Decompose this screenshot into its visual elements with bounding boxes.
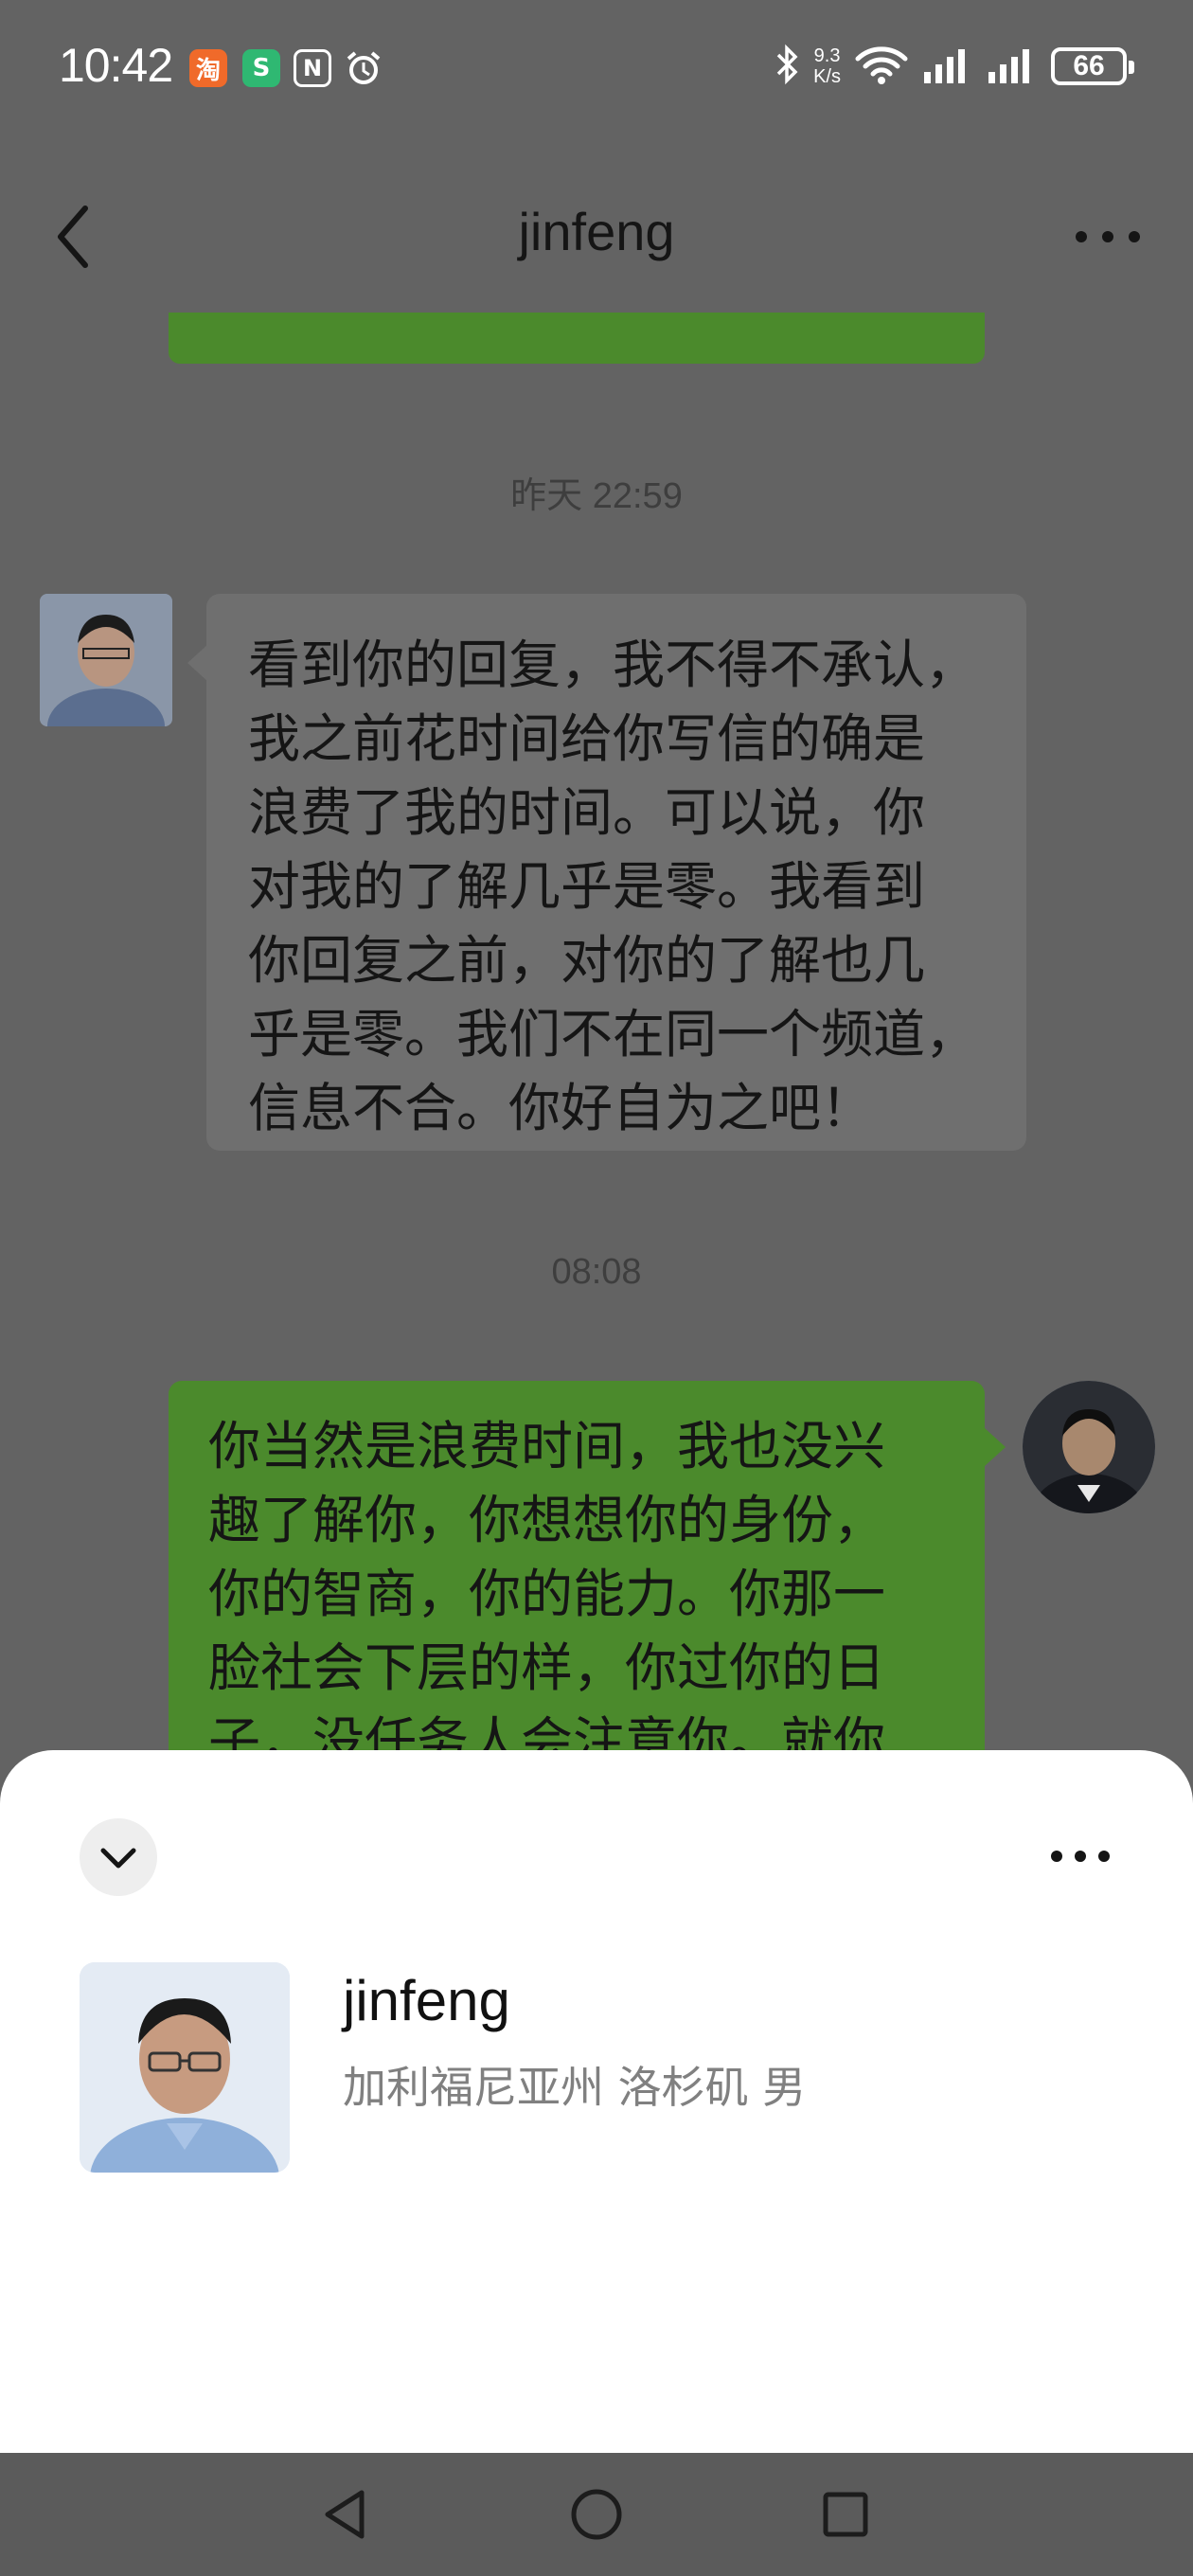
battery-indicator: 66 — [1051, 47, 1134, 85]
wifi-icon — [854, 44, 909, 89]
timestamp: 昨天 22:59 — [510, 476, 683, 516]
triangle-back-icon — [325, 2490, 365, 2539]
system-navigation-bar — [0, 2453, 1193, 2576]
sent-message-bubble[interactable]: 你当然是浪费时间，我也没兴 趣了解你，你想想你的身份， 你的智商，你的能力。你那… — [169, 1381, 985, 1772]
my-avatar-image — [1023, 1381, 1155, 1513]
taobao-icon: 淘 — [189, 49, 227, 87]
signal-icon-2 — [987, 44, 1038, 89]
alarm-icon — [345, 49, 383, 87]
more-dots-icon — [1051, 1851, 1110, 1862]
signal-icon — [922, 44, 973, 89]
message-text: 看到你的回复，我不得不承认， 我之前花时间给你写信的确是 浪费了我的时间。可以说… — [248, 635, 978, 1138]
status-indicators: 9.3 K/s 66 — [775, 44, 1134, 89]
timestamp: 08:08 — [551, 1252, 642, 1292]
square-recents-icon — [823, 2492, 868, 2537]
nav-back-button[interactable] — [312, 2481, 379, 2548]
contact-avatar-image — [40, 594, 172, 726]
nav-home-button[interactable] — [563, 2481, 630, 2548]
sheet-more-button[interactable] — [1047, 1837, 1113, 1875]
bluetooth-icon — [775, 44, 800, 89]
received-message-bubble[interactable]: 看到你的回复，我不得不承认， 我之前花时间给你写信的确是 浪费了我的时间。可以说… — [206, 594, 1026, 1151]
profile-avatar[interactable] — [80, 1962, 290, 2173]
previous-message-bubble[interactable] — [169, 313, 985, 364]
profile-name: jinfeng — [343, 1969, 510, 2032]
profile-region: 加利福尼亚州 洛杉矶 男 — [343, 2062, 807, 2113]
contact-avatar[interactable] — [40, 594, 172, 726]
nav-recents-button[interactable] — [812, 2481, 879, 2548]
chat-title: jinfeng — [518, 202, 675, 261]
collapse-button[interactable] — [80, 1818, 157, 1896]
profile-avatar-image — [80, 1962, 290, 2173]
chat-header: jinfeng — [0, 161, 1193, 294]
status-time: 10:42 — [59, 39, 173, 92]
profile-bottom-sheet: jinfeng 加利福尼亚州 洛杉矶 男 — [0, 1750, 1193, 2453]
chevron-down-icon — [100, 1848, 136, 1869]
bubble-tail — [187, 644, 208, 682]
status-bar: 10:42 淘 S N 9.3 K/s 66 — [0, 0, 1193, 133]
network-speed: 9.3 K/s — [813, 45, 841, 87]
more-options-button[interactable] — [1070, 218, 1146, 256]
more-dots-icon — [1076, 231, 1140, 242]
bubble-tail — [985, 1428, 1006, 1466]
circle-home-icon — [571, 2489, 622, 2540]
nfc-icon: N — [294, 49, 331, 87]
my-avatar[interactable] — [1023, 1381, 1155, 1513]
sogou-icon: S — [242, 49, 280, 87]
message-text: 你当然是浪费时间，我也没兴 趣了解你，你想想你的身份， 你的智商，你的能力。你那… — [208, 1416, 886, 1772]
